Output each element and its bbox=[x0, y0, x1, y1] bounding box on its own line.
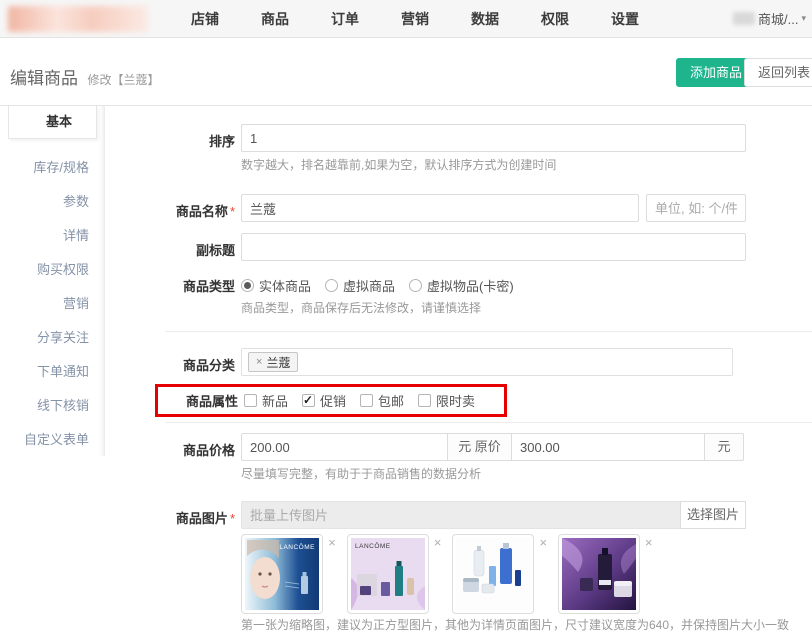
remove-image-icon[interactable]: × bbox=[645, 535, 653, 550]
nav-item-orders[interactable]: 订单 bbox=[310, 0, 380, 38]
sort-input[interactable] bbox=[241, 124, 746, 152]
original-price-input[interactable] bbox=[511, 433, 705, 461]
sort-row: 排序 数字越大，排名越靠前,如果为空，默认排序方式为创建时间 bbox=[165, 124, 812, 174]
checkbox-free-shipping[interactable]: 包邮 bbox=[360, 391, 404, 410]
subtitle-row: 副标题 bbox=[165, 233, 812, 261]
account-avatar bbox=[733, 12, 755, 25]
tab-purchase-permission[interactable]: 购买权限 bbox=[0, 253, 105, 287]
page-title: 编辑商品 bbox=[10, 69, 78, 88]
tab-offline-verify[interactable]: 线下核销 bbox=[0, 389, 105, 423]
image-thumbnails: LANCÔME × bbox=[241, 534, 789, 614]
product-type-help-text: 商品类型，商品保存后无法修改，请谨慎选择 bbox=[241, 300, 528, 317]
nav-item-permissions[interactable]: 权限 bbox=[520, 0, 590, 38]
sort-help-text: 数字越大，排名越靠前,如果为空，默认排序方式为创建时间 bbox=[241, 157, 746, 174]
nav-item-settings[interactable]: 设置 bbox=[590, 0, 660, 38]
lancome-logo-text: LANCÔME bbox=[279, 542, 315, 551]
radio-physical-goods[interactable]: 实体商品 bbox=[241, 276, 311, 295]
images-row: 商品图片* 选择图片 bbox=[165, 501, 812, 633]
checkbox-new-product-input[interactable] bbox=[244, 394, 257, 407]
tab-parameters[interactable]: 参数 bbox=[0, 185, 105, 219]
nav-item-marketing[interactable]: 营销 bbox=[380, 0, 450, 38]
tab-marketing[interactable]: 营销 bbox=[0, 287, 105, 321]
required-asterisk: * bbox=[230, 204, 235, 219]
tab-share-follow[interactable]: 分享关注 bbox=[0, 321, 105, 355]
image-item-2: LANCÔME × bbox=[347, 534, 442, 614]
price-input[interactable] bbox=[241, 433, 448, 461]
page-header: 编辑商品 修改【兰蔻】 添加商品 返回列表 bbox=[0, 38, 812, 105]
nav-item-shop[interactable]: 店铺 bbox=[170, 0, 240, 38]
account-dropdown[interactable]: 商城/... ▾ bbox=[733, 9, 806, 28]
sort-label: 排序 bbox=[165, 124, 235, 150]
edit-product-form: 排序 数字越大，排名越靠前,如果为空，默认排序方式为创建时间 商品名称* 副标题 bbox=[165, 106, 812, 633]
image-item-1: LANCÔME × bbox=[241, 534, 336, 614]
checkbox-new-product[interactable]: 新品 bbox=[244, 391, 288, 410]
choose-image-button[interactable]: 选择图片 bbox=[680, 501, 746, 529]
images-help-text: 第一张为缩略图，建议为正方型图片，其他为详情页面图片，尺寸建议宽度为640，并保… bbox=[241, 617, 789, 633]
attributes-label: 商品属性 bbox=[168, 391, 238, 410]
top-navbar: 店铺 商品 订单 营销 数据 权限 设置 商城/... ▾ bbox=[0, 0, 812, 38]
remove-tag-icon[interactable]: × bbox=[256, 356, 262, 368]
main-nav: 店铺 商品 订单 营销 数据 权限 设置 bbox=[170, 0, 660, 38]
product-name-input[interactable] bbox=[241, 194, 639, 222]
category-label: 商品分类 bbox=[165, 348, 235, 374]
nav-item-data[interactable]: 数据 bbox=[450, 0, 520, 38]
app-logo bbox=[8, 6, 148, 32]
radio-virtual-goods-input[interactable] bbox=[325, 279, 338, 292]
category-tag-label: 兰蔻 bbox=[266, 354, 290, 371]
radio-virtual-card-input[interactable] bbox=[409, 279, 422, 292]
radio-virtual-card[interactable]: 虚拟物品(卡密) bbox=[409, 276, 514, 295]
settings-tab-sidebar: 基本 库存/规格 参数 详情 购买权限 营销 分享关注 下单通知 线下核销 自定… bbox=[0, 106, 105, 456]
tab-basic[interactable]: 基本 bbox=[8, 106, 97, 139]
attributes-highlight-box: 商品属性 新品 促销 包邮 限时卖 bbox=[155, 384, 507, 417]
required-asterisk: * bbox=[230, 511, 235, 526]
tab-stock-spec[interactable]: 库存/规格 bbox=[0, 151, 105, 185]
checkbox-promotion-input[interactable] bbox=[302, 394, 315, 407]
category-tag: × 兰蔻 bbox=[248, 352, 298, 372]
tab-custom-form[interactable]: 自定义表单 bbox=[0, 423, 105, 457]
price-help-text: 尽量填写完整，有助于于商品销售的数据分析 bbox=[241, 466, 744, 483]
name-label: 商品名称* bbox=[165, 194, 235, 220]
subtitle-input[interactable] bbox=[241, 233, 746, 261]
remove-image-icon[interactable]: × bbox=[539, 535, 547, 550]
remove-image-icon[interactable]: × bbox=[434, 535, 442, 550]
checkbox-limited-time[interactable]: 限时卖 bbox=[418, 391, 475, 410]
batch-upload-input[interactable] bbox=[241, 501, 681, 529]
product-type-label: 商品类型 bbox=[165, 274, 235, 295]
section-divider bbox=[165, 331, 812, 332]
radio-virtual-goods[interactable]: 虚拟商品 bbox=[325, 276, 395, 295]
checkbox-limited-time-input[interactable] bbox=[418, 394, 431, 407]
price-row: 商品价格 元 原价 元 尽量填写完整，有助于于商品销售的数据分析 bbox=[165, 433, 812, 483]
account-label: 商城/... bbox=[758, 9, 798, 28]
tab-detail[interactable]: 详情 bbox=[0, 219, 105, 253]
nav-item-goods[interactable]: 商品 bbox=[240, 0, 310, 38]
page-subtitle: 修改【兰蔻】 bbox=[87, 73, 159, 87]
category-row: 商品分类 × 兰蔻 bbox=[165, 348, 812, 376]
name-row: 商品名称* bbox=[165, 194, 812, 222]
chevron-down-icon: ▾ bbox=[801, 13, 806, 24]
images-label: 商品图片* bbox=[165, 501, 235, 527]
section-divider bbox=[165, 422, 812, 423]
tab-order-notice[interactable]: 下单通知 bbox=[0, 355, 105, 389]
radio-physical-goods-input[interactable] bbox=[241, 279, 254, 292]
price-label: 商品价格 bbox=[165, 433, 235, 459]
subtitle-label: 副标题 bbox=[165, 233, 235, 259]
price-addon-yuan-original: 元 原价 bbox=[447, 433, 512, 461]
image-item-4: × bbox=[558, 534, 653, 614]
product-image-4[interactable] bbox=[558, 534, 640, 614]
product-type-row: 商品类型 实体商品 虚拟商品 虚拟物品(卡密) 商品 bbox=[165, 274, 812, 317]
unit-input[interactable] bbox=[646, 194, 746, 222]
checkbox-free-shipping-input[interactable] bbox=[360, 394, 373, 407]
price-addon-yuan: 元 bbox=[704, 433, 744, 461]
image-item-3: × bbox=[452, 534, 547, 614]
product-image-2[interactable]: LANCÔME bbox=[347, 534, 429, 614]
back-to-list-button[interactable]: 返回列表 bbox=[744, 58, 812, 87]
checkbox-promotion[interactable]: 促销 bbox=[302, 391, 346, 410]
remove-image-icon[interactable]: × bbox=[328, 535, 336, 550]
product-image-1[interactable]: LANCÔME bbox=[241, 534, 323, 614]
lancome-logo-text: LANCÔME bbox=[355, 541, 391, 550]
category-select-box[interactable]: × 兰蔻 bbox=[241, 348, 733, 376]
product-image-3[interactable] bbox=[452, 534, 534, 614]
